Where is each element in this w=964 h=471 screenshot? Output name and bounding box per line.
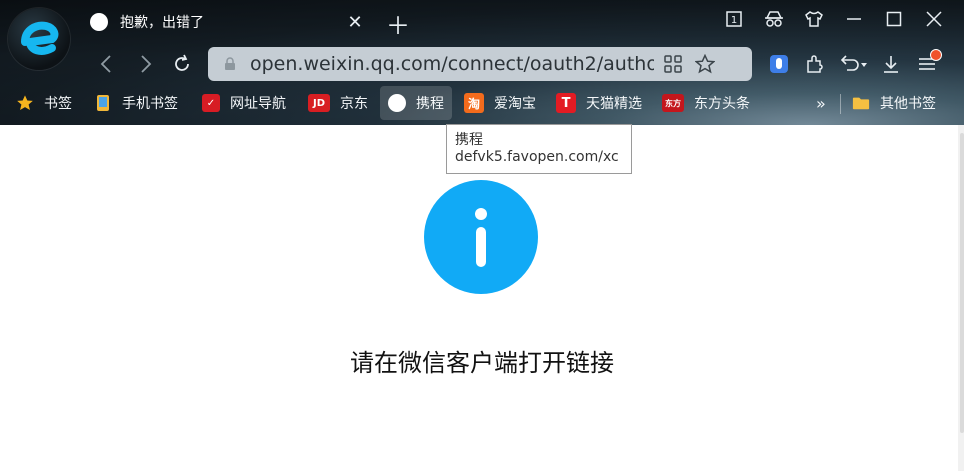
qr-code-icon[interactable] [660,51,686,77]
skin-icon[interactable] [794,8,834,30]
close-window-icon[interactable] [914,8,954,30]
navigation-toolbar: open.weixin.qq.com/connect/oauth2/author… [0,44,964,84]
bookmark-item[interactable]: 淘 爱淘宝 [464,86,536,120]
download-icon[interactable] [878,51,904,77]
address-bar[interactable]: open.weixin.qq.com/connect/oauth2/author… [208,47,752,81]
bookmark-label: 天猫精选 [586,96,642,112]
tab-title: 抱歉，出错了 [120,15,204,31]
bookmarks-divider [840,94,841,114]
undo-dropdown-icon[interactable] [838,51,870,77]
star-icon [16,94,34,112]
taobao-icon: 淘 [464,93,484,113]
bookmark-star-icon[interactable] [692,51,718,77]
bookmark-label: 手机书签 [122,96,178,112]
bookmarks-bar: 书签 手机书签 ✓ 网址导航 JD 京东 携程 淘 爱淘宝 T 天猫精选 东方 … [0,86,964,122]
maximize-icon[interactable] [874,8,914,30]
back-icon[interactable] [94,52,118,76]
new-tab-icon[interactable]: ＋ [386,6,410,41]
bookmarks-more-button[interactable]: » [816,86,826,120]
scrollbar-thumb[interactable] [960,133,964,433]
circle-icon [388,94,406,112]
tab-close-icon[interactable]: ✕ [344,12,366,33]
tmall-icon: T [556,93,576,113]
page-content: 请在微信客户端打开链接 [0,125,964,471]
reload-icon[interactable] [170,52,194,76]
menu-icon[interactable] [914,49,942,77]
tab-active[interactable]: 抱歉，出错了 ✕ [78,4,378,40]
bookmark-label: 网址导航 [230,96,286,112]
bookmark-label: 携程 [416,96,444,112]
tooltip-url: defvk5.favopen.com/xc [455,149,619,165]
browser-chrome: 抱歉，出错了 ✕ ＋ 1 open.weixin.qq.com/connect/… [0,0,964,125]
bookmark-label: 书签 [44,96,72,112]
site-nav-icon: ✓ [202,94,220,112]
bookmark-item[interactable]: 手机书签 [94,86,178,120]
notification-dot-icon [930,49,942,61]
bookmark-item[interactable]: 书签 [16,86,72,120]
mouse-extension-icon[interactable] [766,51,792,77]
bookmark-item[interactable]: JD 京东 [308,86,368,120]
bookmark-label: 其他书签 [880,96,936,112]
tab-count-icon[interactable]: 1 [714,8,754,30]
bookmark-label: 爱淘宝 [494,96,536,112]
bookmark-label: 京东 [340,96,368,112]
bookmark-item[interactable]: T 天猫精选 [556,86,642,120]
bookmark-item[interactable]: 携程 [380,86,452,120]
bookmark-label: 东方头条 [694,96,750,112]
address-bar-url[interactable]: open.weixin.qq.com/connect/oauth2/author… [250,53,654,75]
scrollbar[interactable] [958,125,964,471]
tooltip-title: 携程 [455,132,483,148]
bookmark-item[interactable]: 东方 东方头条 [662,86,750,120]
bookmark-folder[interactable]: 其他书签 [852,86,936,120]
tab-favicon-icon [90,13,108,31]
folder-icon [852,94,870,112]
forward-icon[interactable] [134,52,158,76]
extension-toolbar [766,48,942,80]
info-icon [424,180,538,294]
minimize-icon[interactable] [834,8,874,30]
bookmark-item[interactable]: ✓ 网址导航 [202,86,286,120]
error-message: 请在微信客户端打开链接 [350,349,614,377]
extensions-icon[interactable] [802,51,828,77]
jd-icon: JD [308,94,330,112]
bookmark-tooltip: 携程 defvk5.favopen.com/xc [446,124,632,174]
window-controls: 1 [714,8,954,30]
phone-icon [94,94,112,112]
incognito-icon[interactable] [754,8,794,30]
svg-text:1: 1 [731,15,737,26]
lock-icon [225,57,235,70]
dongfang-icon: 东方 [662,94,684,112]
